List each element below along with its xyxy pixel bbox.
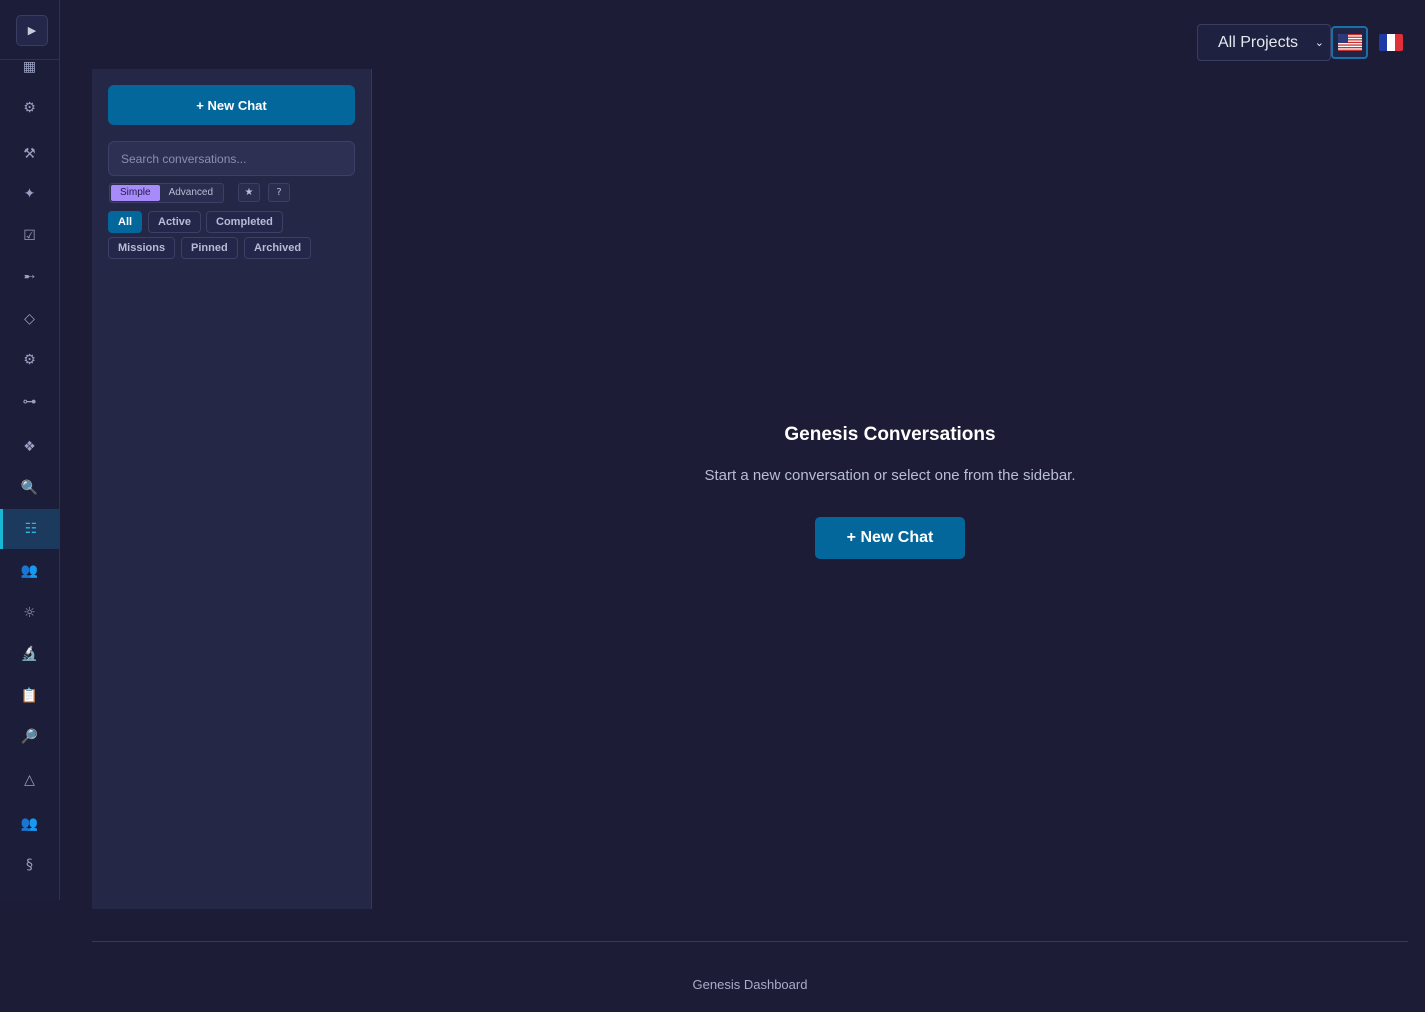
gear-icon: ⚙ <box>23 100 36 116</box>
filter-archived-chip[interactable]: Archived <box>244 237 312 259</box>
fr-flag-icon <box>1378 34 1403 51</box>
filter-all-chip[interactable]: All <box>108 211 143 233</box>
new-chat-button[interactable]: + New Chat <box>815 517 965 559</box>
rail-item-grid[interactable]: ▦ <box>0 47 59 87</box>
group-icon: 👥 <box>20 816 39 832</box>
clipboard-icon: 📋 <box>20 688 39 704</box>
rail-item-people[interactable]: 👥 <box>0 551 59 591</box>
help-icon: ? <box>276 187 282 198</box>
play-icon: ▶ <box>27 24 37 37</box>
filter-missions-chip[interactable]: Missions <box>108 237 176 259</box>
rail-item-checkbox[interactable]: ☑ <box>0 216 59 256</box>
rail-item-list[interactable]: ☷ <box>0 509 59 549</box>
people-icon: 👥 <box>20 563 39 579</box>
rail-item-tools[interactable]: ⚒ <box>0 134 59 174</box>
diamond-icon: ❖ <box>23 439 36 455</box>
triangle-icon: △ <box>24 772 35 788</box>
grid-icon: ▦ <box>22 59 37 75</box>
page-title: Genesis Conversations <box>784 424 996 445</box>
filter-active-chip[interactable]: Active <box>148 211 202 233</box>
rail-item-sun[interactable]: ☼ <box>0 593 59 633</box>
filter-pinned-chip[interactable]: Pinned <box>181 237 238 259</box>
filter-completed-chip[interactable]: Completed <box>206 211 283 233</box>
checkbox-icon: ☑ <box>23 228 36 244</box>
footer-divider <box>92 941 1408 942</box>
mode-advanced-button[interactable]: Advanced <box>160 185 222 201</box>
microscope-icon: 🔬 <box>20 646 39 662</box>
help-button[interactable]: ? <box>268 183 290 202</box>
rail-item-connector[interactable]: ⊶ <box>0 382 59 422</box>
list-icon: ☷ <box>24 521 38 537</box>
empty-state-message: Start a new conversation or select one f… <box>704 467 1076 484</box>
rail-item-search[interactable]: 🔍 <box>0 468 59 508</box>
footer: Genesis Dashboard <box>692 977 808 992</box>
rail-item-gear[interactable]: ⚙ <box>0 88 59 128</box>
us-flag-icon <box>1337 34 1362 51</box>
rail-item-sparkle[interactable]: ✦ <box>0 174 59 214</box>
arrow-icon: ➸ <box>23 269 36 285</box>
sun-icon: ☼ <box>23 605 36 621</box>
mode-simple-button[interactable]: Simple <box>111 185 160 201</box>
rail-item-arrow[interactable]: ➸ <box>0 257 59 297</box>
rail-item-triangle[interactable]: △ <box>0 760 59 800</box>
project-select[interactable]: All Projects ⌄ <box>1197 24 1331 61</box>
diamond-outline-icon: ◇ <box>24 311 35 327</box>
connector-icon: ⊶ <box>22 394 37 410</box>
rail-item-magnifier[interactable]: 🔎 <box>0 717 59 757</box>
search-icon: 🔍 <box>20 480 39 496</box>
sparkle-icon: ✦ <box>23 186 36 202</box>
rail-item-settings[interactable]: ⚙ <box>0 340 59 380</box>
section-icon: § <box>26 857 33 873</box>
project-select-value: All Projects <box>1218 33 1299 51</box>
search-mode-toggle: Simple Advanced <box>109 183 225 203</box>
conversation-sidebar: + New Chat Simple Advanced ★ ? All Activ… <box>92 69 372 909</box>
icon-rail: ▶ ▦ ⚙ ⚒ ✦ ☑ ➸ ◇ ⚙ ⊶ ❖ 🔍 ☷ 👥 ☼ 🔬 📋 🔎 △ 👥 § <box>0 0 60 900</box>
rail-item-diamond[interactable]: ❖ <box>0 427 59 467</box>
expand-rail-button[interactable]: ▶ <box>16 15 48 46</box>
starred-filter-button[interactable]: ★ <box>238 183 260 202</box>
magnifier-icon: 🔎 <box>20 729 39 745</box>
rail-item-group[interactable]: 👥 <box>0 804 59 844</box>
tools-icon: ⚒ <box>23 146 36 162</box>
rail-item-section[interactable]: § <box>0 845 59 885</box>
rail-item-clipboard[interactable]: 📋 <box>0 676 59 716</box>
sidebar-new-chat-button[interactable]: + New Chat <box>108 85 355 125</box>
language-fr-button[interactable] <box>1372 26 1409 59</box>
conversation-search-input[interactable] <box>108 141 355 176</box>
chevron-down-icon: ⌄ <box>1314 37 1324 49</box>
star-icon: ★ <box>244 187 254 198</box>
rail-item-diamond-outline[interactable]: ◇ <box>0 299 59 339</box>
language-en-button[interactable] <box>1331 26 1368 59</box>
rail-item-microscope[interactable]: 🔬 <box>0 634 59 674</box>
settings-icon: ⚙ <box>23 352 36 368</box>
